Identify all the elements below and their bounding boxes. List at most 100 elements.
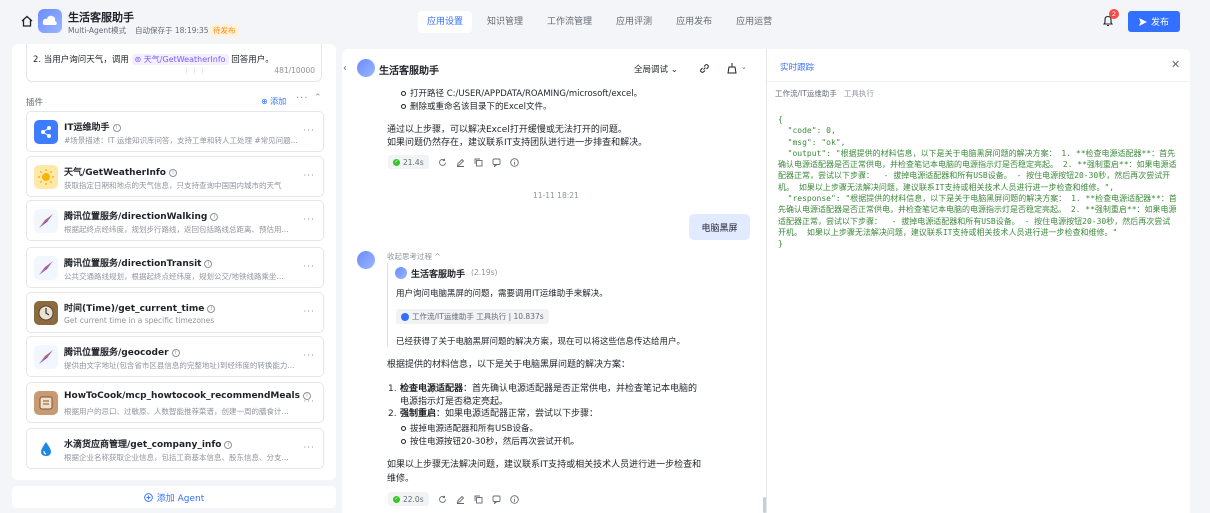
step-text: ：首先确认电源适配器是否正常供电，并检查笔记本电脑的 [463,384,698,394]
info-icon[interactable] [509,494,519,504]
add-agent-button[interactable]: 添加 Agent [12,486,336,508]
plugin-name: 天气/GetWeatherInfo i [64,165,177,178]
info-icon[interactable]: i [210,213,219,221]
list-item: 按住电源按钮20-30秒，然后再次尝试开机。 [400,435,579,448]
publish-button[interactable]: 发布 [1128,11,1180,32]
notification-count: 2 [1109,9,1119,19]
answer-outro: 维修。 [387,474,415,484]
nav-operations[interactable]: 应用运营 [727,11,781,33]
more-icon[interactable]: ··· [303,171,315,181]
trace-panel: 实时跟踪 ✕ 工作流/IT运维助手 工具执行 { "code": 0, "msg… [766,49,1191,513]
nav-evaluation[interactable]: 应用评测 [607,11,661,33]
link-icon[interactable] [699,63,710,74]
tool-call-chip[interactable]: 工作流/IT运维助手 工具执行 | 10.837s [396,309,549,324]
plugin-card[interactable]: 腾讯位置服务/geocoder i 提供由文字地址(包含省市区县信息的完整地址)到… [26,336,324,377]
prompt-prefix: 2. 当用户询问天气，调用 [33,55,129,65]
prompt-suffix: 回答用户。 [231,55,274,65]
info-icon[interactable]: i [207,305,216,313]
step-text: ：如果电源适配器正常，尝试以下步骤： [436,409,599,419]
user-message: 电脑黑屏 [689,214,750,240]
trace-title: 实时跟踪 [780,63,815,73]
plugin-name: IT运维助手 i [64,120,121,133]
list-item: 1. 检查电源适配器：首先确认电源适配器是否正常供电，并检查笔记本电脑的 [388,384,698,394]
chat-title: 生活客服助手 [379,66,439,77]
plugins-section-label: 插件 [26,98,44,108]
map-compass-icon [34,256,58,280]
plugin-name: 腾讯位置服务/geocoder i [64,345,180,358]
add-plugin-button[interactable]: ⊕ 添加 [261,96,286,107]
clock-icon [34,301,58,325]
copy-icon[interactable] [474,158,483,167]
message-toolbar: ✓ 22.0s [388,492,519,506]
info-icon[interactable]: i [204,260,213,268]
trace-tab-workflow[interactable]: 工作流/IT运维助手 [775,88,837,99]
home-icon[interactable] [20,14,34,28]
info-icon[interactable]: i [168,169,177,177]
info-icon[interactable] [509,157,519,167]
more-icon[interactable]: ··· [303,215,315,225]
thinking-text: 已经获得了关于电脑黑屏问题的解决方案，现在可以将这些信息传达给用户。 [396,337,686,347]
more-icon[interactable]: ··· [303,307,315,317]
plugin-card[interactable]: IT运维助手 i #场景描述：IT 运维知识库问答，支持工单和转人工处理 #常见问… [26,111,324,152]
answer-intro: 根据提供的材料信息，以下是关于电脑黑屏问题的解决方案： [387,360,631,370]
answer-steps: 1. 检查电源适配器：首先确认电源适配器是否正常供电，并检查笔记本电脑的 电源指示… [388,381,697,419]
close-icon[interactable]: ✕ [1171,58,1180,71]
refresh-icon[interactable] [438,158,447,167]
plugin-card[interactable]: 腾讯位置服务/directionTransit i 公共交通路线规划，根据起终点经… [26,247,324,288]
edit-icon[interactable] [456,495,465,504]
thinking-duration: (2.19s) [471,268,498,277]
info-icon[interactable]: i [171,349,180,357]
prev-answer-text: 通过以上步骤，可以解决Excel打开缓慢或无法打开的问题。 [387,125,627,135]
plugin-desc: 根据企业名称获取企业信息，包括工商基本信息、股东信息、分支... [64,453,289,462]
app-avatar [357,59,375,77]
collapse-thinking-toggle[interactable]: 收起思考过程 ^ [387,251,441,262]
more-icon[interactable]: ··· [303,351,315,361]
prompt-plugin-chip[interactable]: ⊚ 天气/GetWeatherInfo [131,54,229,65]
workflow-icon [401,312,409,321]
more-icon[interactable]: ··· [303,262,315,272]
more-icon[interactable]: ··· [303,397,315,407]
plugin-card[interactable]: 水滴货应商管理/get_company_info i 根据企业名称获取企业信息，包… [26,428,324,469]
nav-workflow[interactable]: 工作流管理 [538,11,601,33]
debug-mode-select[interactable]: 全局调试 ⌄ [634,63,678,75]
prompt-editor[interactable]: 2. 当用户询问天气，调用 ⊚ 天气/GetWeatherInfo 回答用户。 … [26,44,322,82]
chevron-down-icon[interactable]: ⌄ [741,63,747,71]
plugin-card[interactable]: 天气/GetWeatherInfo i 获取指定日期和地点的天气信息，只支持查询中… [26,156,324,197]
thinking-text: 用户询问电脑黑屏的问题，需要调用IT运维助手来解决。 [396,289,608,299]
prompt-char-count: 481/10000 [274,66,315,75]
chevron-left-icon[interactable]: ‹ [343,63,347,74]
comment-icon[interactable] [492,158,501,167]
more-icon[interactable]: ··· [296,93,309,104]
comment-icon[interactable] [492,495,501,504]
thinking-agent-name: 生活客服助手 [411,270,466,280]
edit-icon[interactable] [456,158,465,167]
nav-app-settings[interactable]: 应用设置 [418,11,473,33]
copy-icon[interactable] [474,495,483,504]
answer-outro: 如果以上步骤无法解决问题，建议联系IT支持或相关技术人员进行进一步检查和 [387,460,702,470]
chevron-up-icon[interactable]: ⌃ [314,93,322,103]
cookbook-icon [34,391,58,415]
plugin-card[interactable]: 腾讯位置服务/directionWalking i 根据起终点经纬度，规划步行路线… [26,200,324,241]
plugin-desc: #场景描述：IT 运维知识库问答，支持工单和转人工处理 #常见问题... [64,136,298,145]
debug-mode-label: 全局调试 [634,65,669,75]
nav-knowledge[interactable]: 知识管理 [478,11,532,33]
trace-tab-tool[interactable]: 工具执行 [844,88,874,99]
plugin-card[interactable]: 时间(Time)/get_current_time i Get current t… [26,292,324,333]
check-icon: ✓ [393,158,400,166]
info-icon[interactable]: i [224,441,233,449]
nav-publish[interactable]: 应用发布 [667,11,721,33]
step-title: 强制重启 [400,409,437,419]
more-icon[interactable]: ··· [303,126,315,136]
broom-icon[interactable] [726,62,738,74]
debug-chat-panel: ‹ 生活客服助手 全局调试 ⌄ ⌄ 打开路径 C:/USER/APPDATA/R… [342,49,766,513]
more-icon[interactable]: ··· [303,443,315,453]
plugin-desc: Get current time in a specific timezones [64,316,215,325]
list-item: 删除或重命名该目录下的Excel文件。 [400,100,642,113]
it-ops-icon [34,120,58,144]
agent-config-panel: 2. 当用户询问天气，调用 ⊚ 天气/GetWeatherInfo 回答用户。 … [12,44,336,480]
resize-handle[interactable]: ⋮⋮⋮ [183,67,207,75]
info-icon[interactable]: i [112,124,121,132]
plugin-card[interactable]: HowToCook/mcp_howtocook_recommendMeals i … [26,382,324,423]
refresh-icon[interactable] [438,495,447,504]
status-badge: 待发布 [210,24,239,37]
